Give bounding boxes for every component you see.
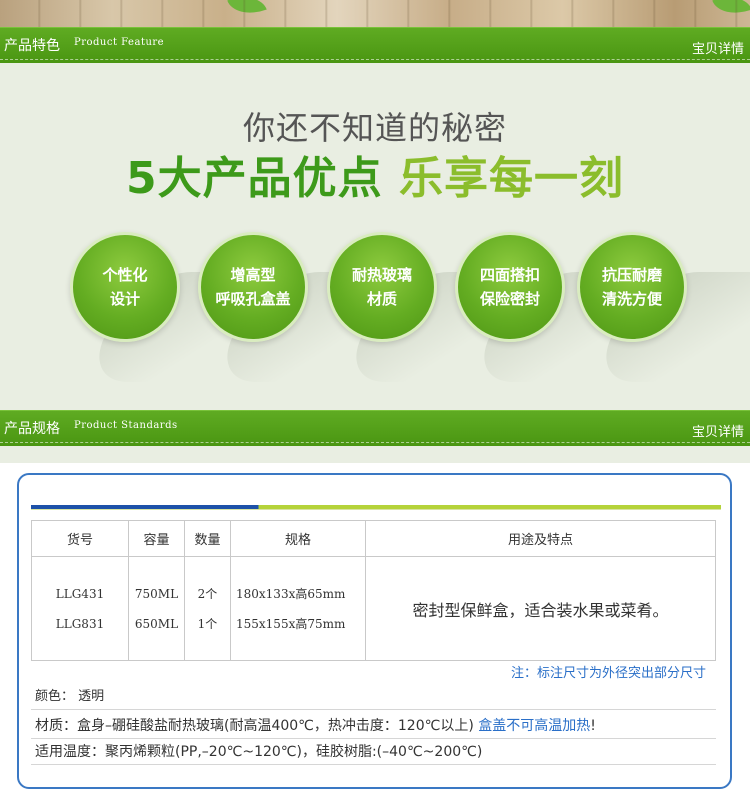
header-capacity: 容量 [128,520,185,557]
capacity-value: 650ML [134,616,179,631]
wood-banner [0,0,750,27]
header-size: 规格 [230,520,366,557]
size-value: 180x133x高65mm [236,586,346,601]
sku-value: LLG431 [55,586,105,601]
cell-size: 180x133x高65mm 155x155x高75mm [230,556,366,661]
material-end: ! [590,718,596,734]
section-title-en: Product Standards [74,420,178,431]
qty-value: 2个 [197,586,218,601]
cell-purpose: 密封型保鲜盒，适合装水果或菜肴。 [365,556,716,661]
feature-bubble: 增高型 呼吸孔盒盖 [198,232,420,382]
color-value: 透明 [78,689,105,704]
dashed-divider [0,442,750,443]
size-note: 注：标注尺寸为外径突出部分尺寸 [510,666,706,681]
header-sku: 货号 [31,520,129,557]
feature-panel: 产品特色 Product Feature 宝贝详情 你还不知道的秘密 5大产品优… [0,0,750,463]
feature-line1: 四面搭扣 [479,266,540,284]
feature-line2: 保险密封 [479,290,540,308]
headline-title-part2: 乐享每一刻 [398,153,624,204]
details-link[interactable]: 宝贝详情 [692,38,744,57]
dashed-divider [0,59,750,60]
leaf-icon [227,0,267,22]
table-row: LLG431 LLG831 750ML 650ML 2个 1个 180x133x… [31,556,716,661]
spec-table: 货号 容量 数量 规格 用途及特点 LLG431 LLG831 750ML 65… [31,520,716,661]
capacity-value: 750ML [134,586,179,601]
feature-bubble-circle: 个性化 设计 [70,232,180,342]
section-title-en: Product Feature [74,37,165,48]
color-info: 颜色： 透明 [31,684,716,710]
spec-card: 货号 容量 数量 规格 用途及特点 LLG431 LLG831 750ML 65… [17,473,732,789]
table-header-row: 货号 容量 数量 规格 用途及特点 [31,520,716,557]
feature-line2: 设计 [109,290,140,308]
section-title-cn: 产品特色 [4,38,60,54]
feature-bubble-circle: 抗压耐磨 清洗方便 [577,232,687,342]
header-qty: 数量 [184,520,231,557]
feature-line2: 呼吸孔盒盖 [215,290,291,308]
feature-bubble-circle: 增高型 呼吸孔盒盖 [198,232,308,342]
cell-qty: 2个 1个 [184,556,231,661]
headline-title-part1: 5大产品优点 [126,153,383,204]
feature-line1: 个性化 [102,266,148,284]
color-rule [31,505,721,510]
material-info: 材质：盒身–硼硅酸盐耐热玻璃(耐高温400℃，热冲击度：120℃以上) 盒盖不可… [31,713,716,739]
standards-section-bar: 产品规格 Product Standards 宝贝详情 [0,410,750,446]
details-link[interactable]: 宝贝详情 [692,421,744,440]
qty-value: 1个 [197,616,218,631]
feature-bubble-circle: 耐热玻璃 材质 [327,232,437,342]
color-label: 颜色： [35,689,75,704]
headline-title: 5大产品优点 乐享每一刻 [0,142,750,206]
material-warning: 盒盖不可高温加热 [478,718,591,734]
cell-sku: LLG431 LLG831 [31,556,129,661]
section-title-cn: 产品规格 [4,421,60,437]
leaf-icon [712,0,750,22]
cell-capacity: 750ML 650ML [128,556,185,661]
feature-line1: 抗压耐磨 [601,266,662,284]
feature-bubble: 耐热玻璃 材质 [327,232,549,382]
temperature-info: 适用温度：聚丙烯颗粒(PP,–20℃~120℃)，硅胶树脂:(–40℃~200℃… [31,739,716,765]
feature-bubble: 抗压耐磨 清洗方便 [577,232,750,382]
feature-line1: 耐热玻璃 [351,266,412,284]
feature-bubble-circle: 四面搭扣 保险密封 [455,232,565,342]
feature-bubble: 个性化 设计 [70,232,292,382]
sku-value: LLG831 [55,616,105,631]
feature-line2: 材质 [366,290,397,308]
material-text: 材质：盒身–硼硅酸盐耐热玻璃(耐高温400℃，热冲击度：120℃以上) [35,718,474,734]
feature-section-bar: 产品特色 Product Feature 宝贝详情 [0,27,750,63]
feature-line1: 增高型 [230,266,276,284]
header-purpose: 用途及特点 [365,520,716,557]
feature-line2: 清洗方便 [601,290,662,308]
feature-bubble: 四面搭扣 保险密封 [455,232,677,382]
size-value: 155x155x高75mm [236,616,346,631]
feature-bubbles: 个性化 设计 增高型 呼吸孔盒盖 耐热玻璃 材质 四面搭扣 保险密封 抗压耐磨 … [0,232,750,402]
